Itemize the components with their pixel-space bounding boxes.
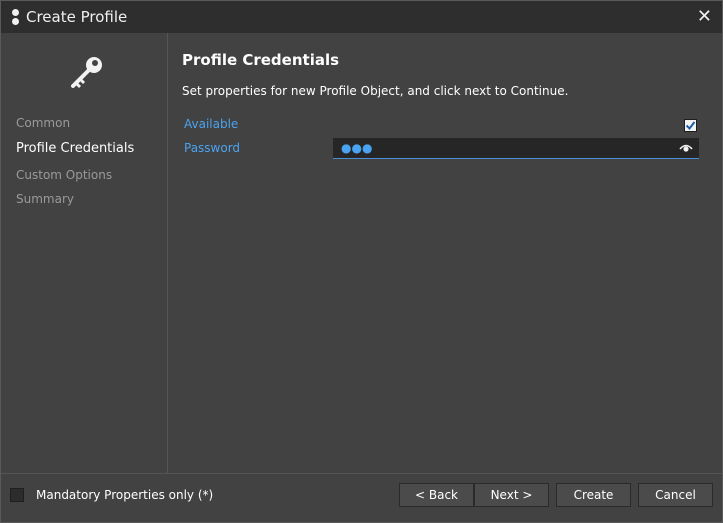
step-custom-options[interactable]: Custom Options (16, 163, 166, 187)
window-title: Create Profile (26, 8, 128, 26)
cancel-button[interactable]: Cancel (638, 483, 713, 507)
mandatory-only-label: Mandatory Properties only (*) (36, 488, 214, 502)
step-summary[interactable]: Summary (16, 187, 166, 211)
step-common[interactable]: Common (16, 111, 166, 135)
available-checkbox[interactable] (684, 119, 697, 132)
app-icon (8, 8, 22, 26)
close-icon[interactable]: ✕ (697, 6, 712, 27)
password-field[interactable]: ●●● (333, 138, 699, 159)
next-button[interactable]: Next > (474, 483, 549, 507)
create-profile-window: Create Profile ✕ Common Profile Credenti… (0, 0, 723, 523)
title-bar: Create Profile ✕ (1, 1, 722, 33)
wizard-steps: Common Profile Credentials Custom Option… (16, 111, 166, 211)
checkmark-icon (685, 121, 696, 131)
available-label[interactable]: Available (184, 117, 238, 131)
password-masked-value: ●●● (341, 141, 373, 155)
show-password-icon[interactable] (679, 143, 693, 153)
key-icon (71, 57, 102, 89)
page-description: Set properties for new Profile Object, a… (182, 84, 569, 98)
page-title: Profile Credentials (182, 51, 340, 69)
wizard-sidebar: Common Profile Credentials Custom Option… (1, 33, 168, 473)
wizard-footer: Mandatory Properties only (*) < Back Nex… (1, 473, 722, 523)
create-button[interactable]: Create (556, 483, 631, 507)
mandatory-only-checkbox[interactable] (10, 488, 24, 502)
back-button[interactable]: < Back (399, 483, 474, 507)
step-profile-credentials[interactable]: Profile Credentials (16, 135, 166, 163)
password-label[interactable]: Password (184, 141, 240, 155)
wizard-content: Profile Credentials Set properties for n… (182, 33, 712, 473)
mandatory-only-toggle[interactable]: Mandatory Properties only (*) (10, 488, 213, 502)
